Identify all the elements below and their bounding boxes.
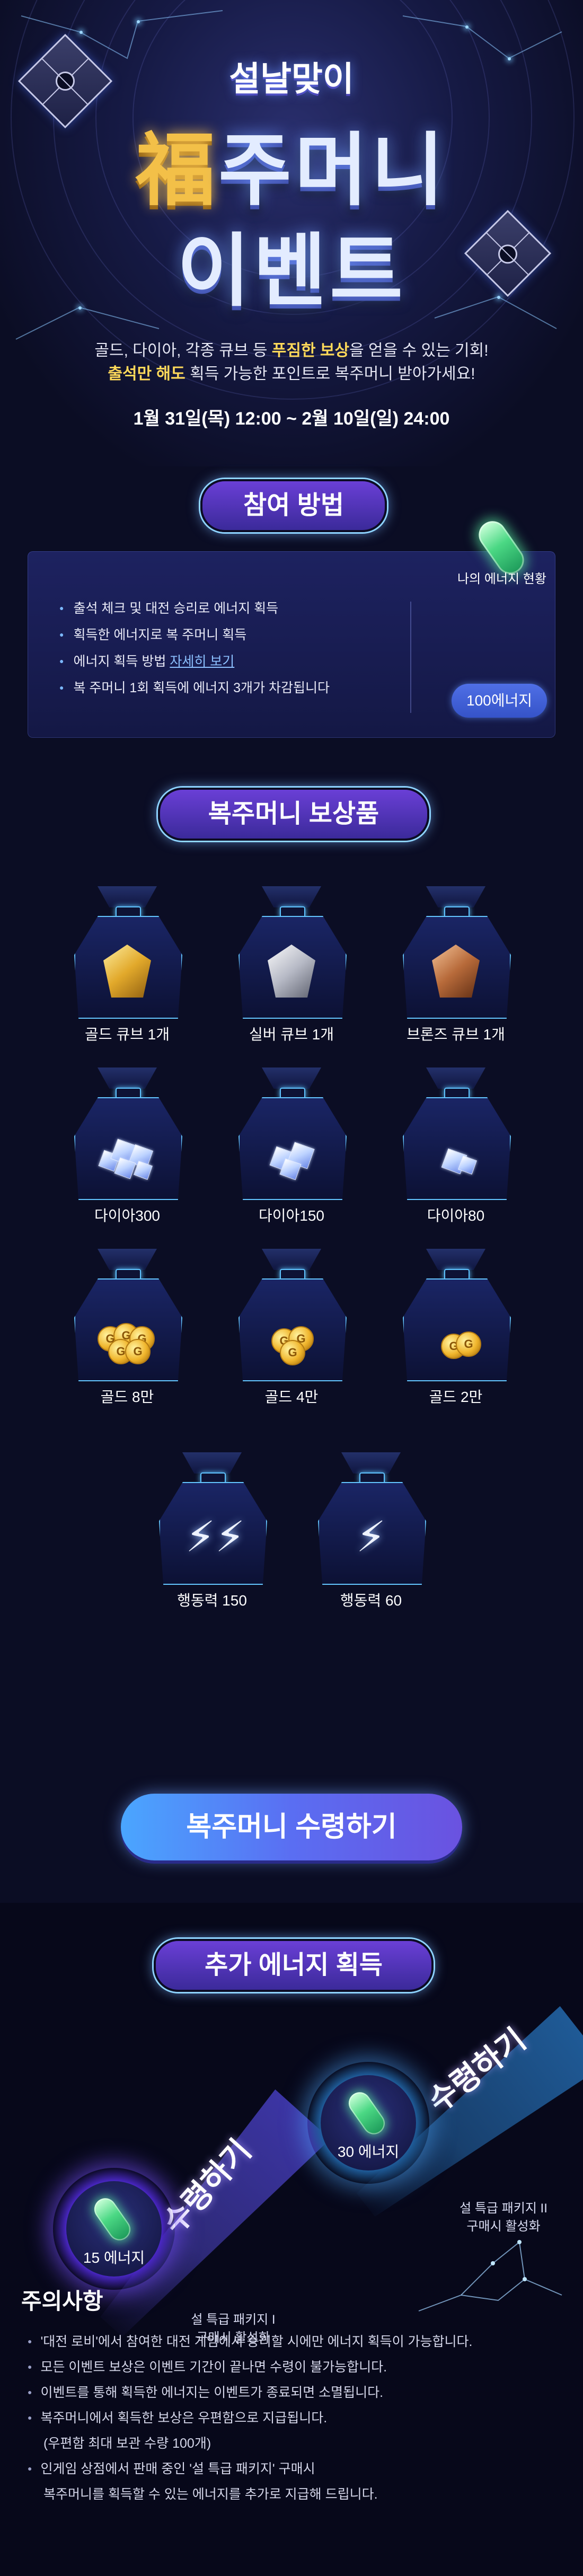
energy-status-value: 100에너지 [452,684,547,718]
star-icon [80,31,83,34]
reward-name: 행동력 60 [340,1592,402,1609]
reward-diamond-80: 다이아80 [392,1068,519,1227]
notice-item: 인게임 상점에서 판매 중인 '설 특급 패키지' 구매시 [28,2458,563,2477]
gold-coins-small-icon: G G [429,1307,482,1360]
reward-name: 행동력 150 [177,1592,247,1609]
offer1-energy-value: 15 에너지 [83,2249,145,2266]
reward-name: 골드 2만 [429,1389,483,1405]
notice-item-note: (우편함 최대 보관 수량 100개) [43,2436,211,2451]
notice-item: '대전 로비'에서 참여한 대전 게임에서 승리할 시에만 에너지 획득이 가능… [28,2331,563,2350]
diamond-pile-small-icon [429,1126,482,1179]
diamond-pile-large-icon [98,1126,154,1180]
notice-item-note: 복주머니를 획득할 수 있는 에너지를 추가로 지급해 드립니다. [43,2487,378,2502]
fortune-character: 福 [135,126,218,215]
offer2-package-note: 설 특급 패키지 II 구매시 활성화 [460,2201,547,2234]
event-subtitle: 설날맞이 [229,60,354,98]
diamond-pile-medium-icon [265,1126,318,1180]
gold-coins-medium-icon: G G G [265,1307,318,1365]
reward-gold-80000: G G G G G 골드 8만 [64,1249,191,1408]
reward-name: 다이아80 [427,1207,485,1224]
participation-heading: 참여 방법 [200,479,387,532]
reward-gold-cube: 골드 큐브 1개 [64,886,191,1045]
event-title-line2: 이벤트 [176,226,406,315]
step-item: 획득한 에너지로 복 주머니 획득 [59,624,246,643]
event-description: 골드, 다이아, 각종 큐브 등 푸짐한 보상을 얻을 수 있는 기회! [94,342,489,359]
claim-pouch-button[interactable]: 복주머니 수령하기 [121,1794,462,1860]
reward-stamina-60: ⚡ 행동력 60 [307,1452,435,1611]
notice-item: 복주머니에서 획득한 보상은 우편함으로 지급됩니다. [28,2407,563,2427]
reward-gold-40000: G G G 골드 4만 [228,1249,355,1408]
reward-name: 골드 4만 [264,1389,319,1405]
reward-gold-20000: G G 골드 2만 [392,1249,519,1408]
notice-item: 이벤트를 통해 획득한 에너지는 이벤트가 종료되면 소멸됩니다. [28,2382,563,2401]
detail-link[interactable]: 자세히 보기 [170,654,234,669]
lightning-icon: ⚡ [356,1513,386,1560]
offer1-orb: 15 에너지 [53,2168,175,2290]
divider [410,602,411,713]
offer2-energy-value: 30 에너지 [337,2143,400,2160]
notice-item: 모든 이벤트 보상은 이벤트 기간이 끝나면 수령이 불가능합니다. [28,2357,563,2376]
reward-name: 골드 큐브 1개 [85,1026,170,1043]
extra-energy-heading: 추가 에너지 획득 [154,1939,434,1992]
gold-coins-large-icon: G G G G G [98,1307,155,1364]
star-icon [137,20,140,23]
bronze-cube-icon [429,945,482,998]
event-title: 福주머니 [0,106,583,221]
hero-banner: 설날맞이 福주머니 이벤트 골드, 다이아, 각종 큐브 등 푸짐한 보상을 얻… [0,0,583,466]
silver-cube-icon [265,945,318,998]
reward-name: 다이아150 [259,1207,324,1224]
event-title-rest: 주머니 [218,126,448,215]
energy-status-label: 나의 에너지 현황 [457,572,546,586]
step-item: 출석 체크 및 대전 승리로 에너지 획득 [59,598,278,617]
double-lightning-icon: ⚡⚡ [186,1513,245,1560]
reward-bronze-cube: 브론즈 큐브 1개 [392,886,519,1045]
offer2-orb: 30 에너지 [307,2062,429,2184]
step-item: 에너지 획득 방법 자세히 보기 [59,651,234,670]
notice-title: 주의사항 [21,2289,103,2314]
gold-cube-icon [101,945,154,998]
reward-name: 브론즈 큐브 1개 [407,1026,505,1043]
reward-silver-cube: 실버 큐브 1개 [228,886,355,1045]
reward-diamond-300: 다이아300 [64,1068,191,1227]
bird-constellation [418,2240,562,2312]
star-icon [465,25,469,29]
rewards-heading: 복주머니 보상품 [158,788,429,841]
reward-name: 실버 큐브 1개 [249,1026,334,1043]
reward-name: 다이아300 [94,1207,160,1224]
reward-diamond-150: 다이아150 [228,1068,355,1227]
reward-stamina-150: ⚡⚡ 행동력 150 [148,1452,276,1611]
reward-name: 골드 8만 [100,1389,154,1405]
step-item: 복 주머니 1회 획득에 에너지 3개가 차감됩니다 [59,677,329,696]
participation-panel: 출석 체크 및 대전 승리로 에너지 획득 획득한 에너지로 복 주머니 획득 … [28,516,555,738]
event-description: 출석만 해도 획득 가능한 포인트로 복주머니 받아가세요! [108,365,475,383]
event-period: 1월 31일(목) 12:00 ~ 2월 10일(일) 24:00 [133,409,450,429]
